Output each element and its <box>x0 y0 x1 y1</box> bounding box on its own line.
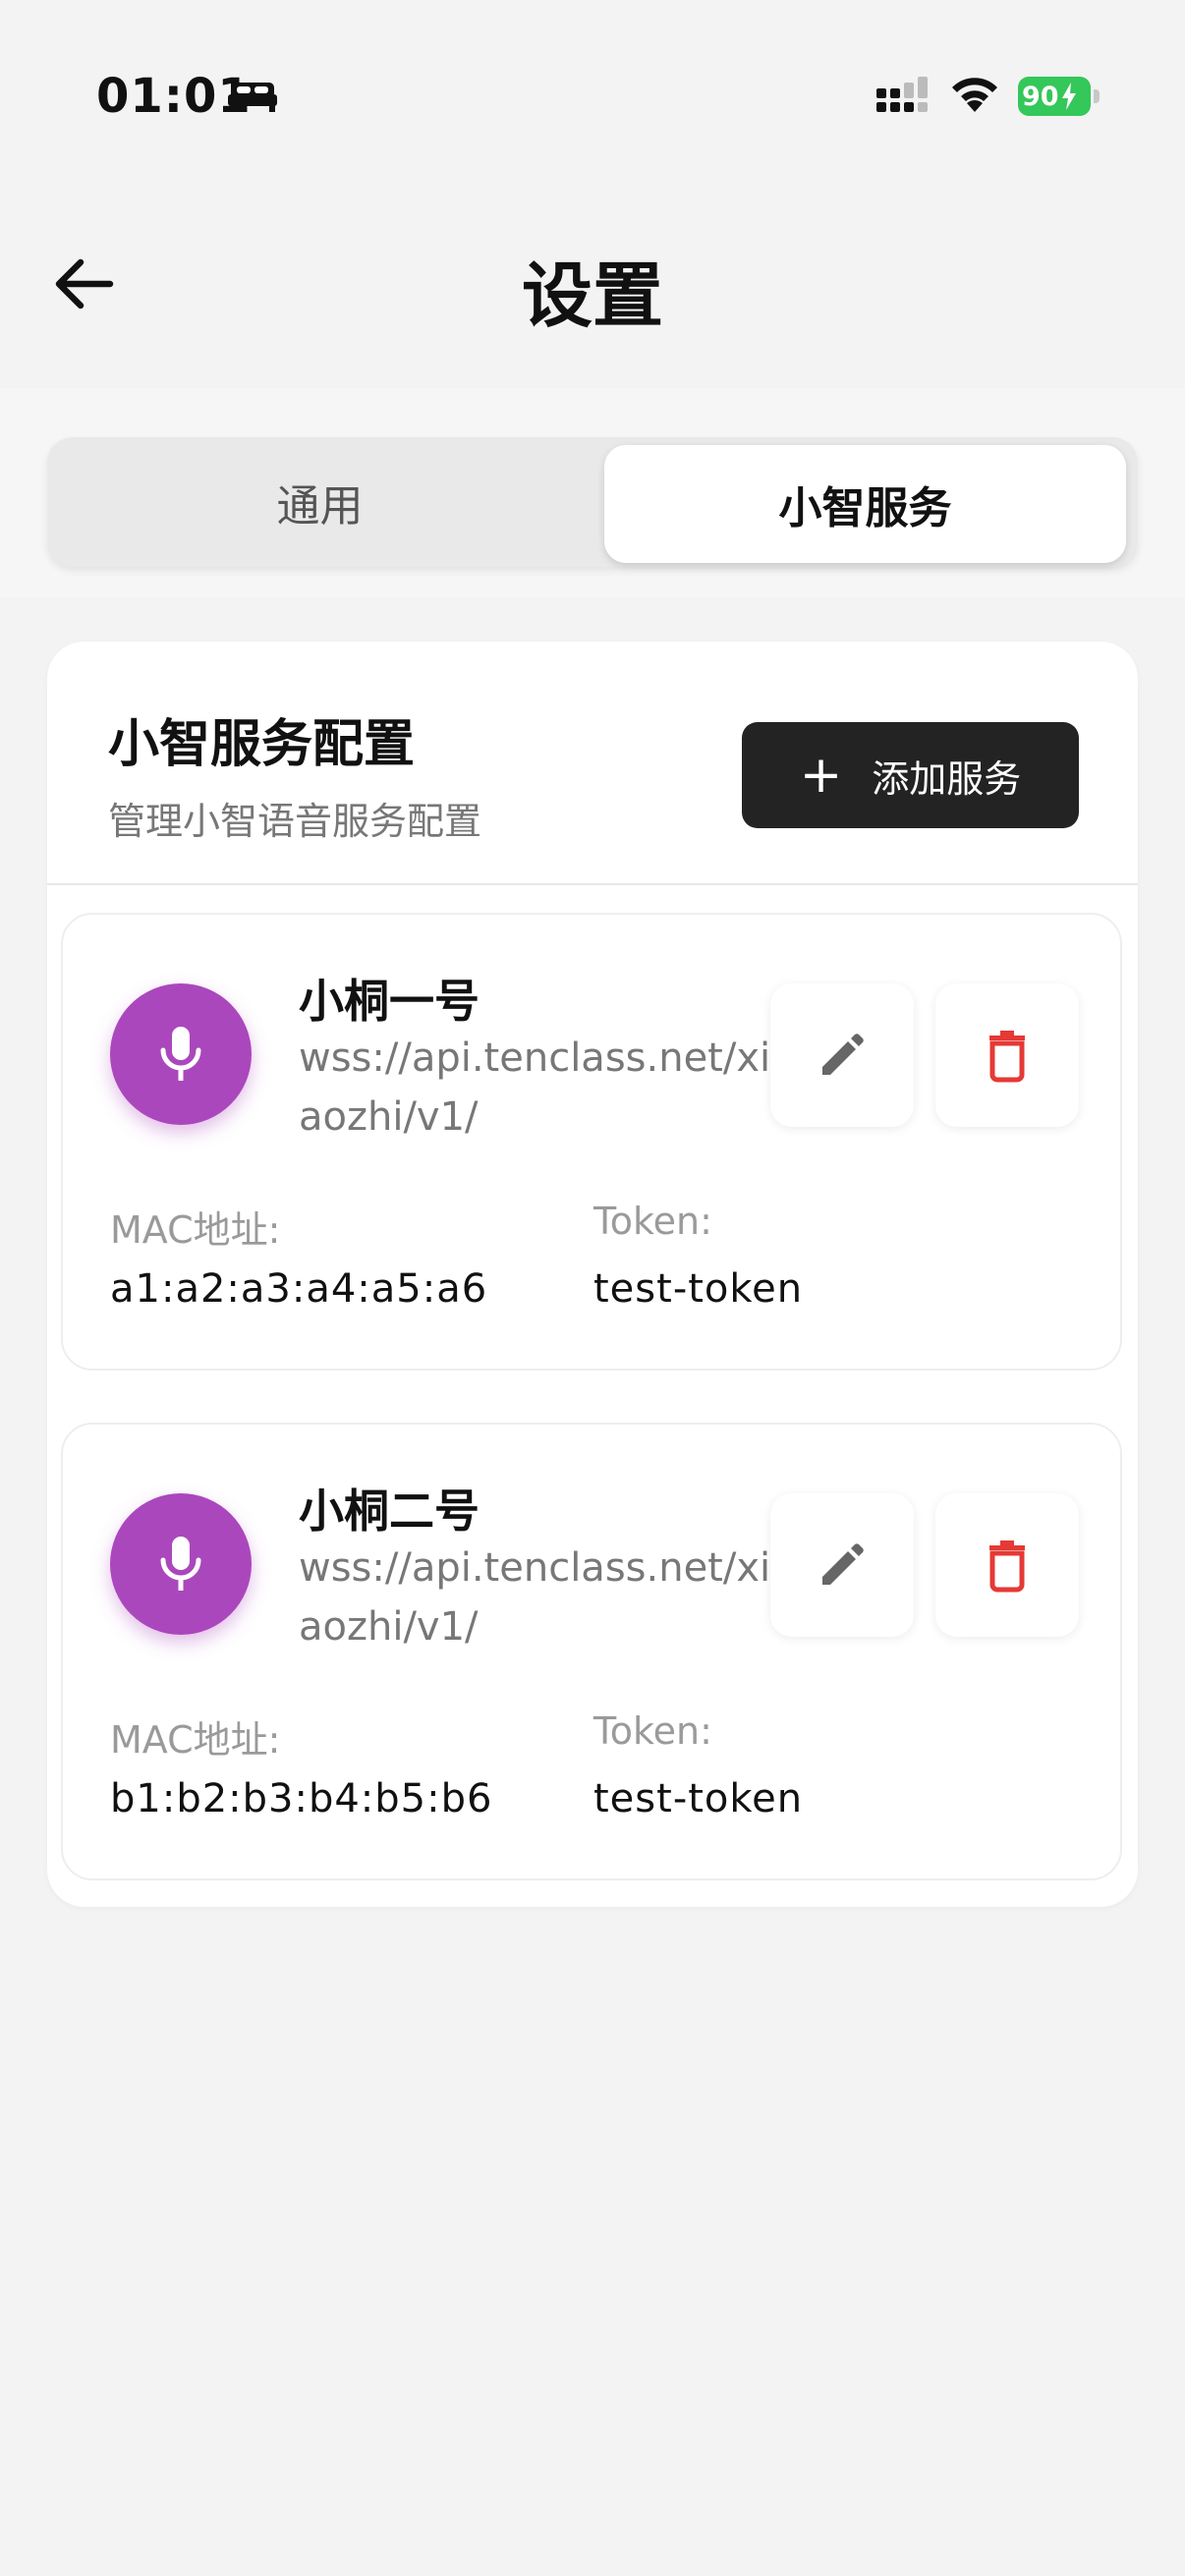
service-item[interactable]: 小桐二号 wss://api.tenclass.net/xiaozhi/v1/ … <box>61 1423 1122 1880</box>
sleep-bed-icon <box>228 83 277 112</box>
page-title: 设置 <box>521 254 663 337</box>
status-bar: 01:01 90 <box>0 0 1185 187</box>
service-url: wss://api.tenclass.net/xiaozhi/v1/ <box>299 1036 771 1140</box>
trash-icon <box>989 1031 1025 1083</box>
service-avatar <box>110 1493 252 1635</box>
app-bar: 设置 <box>0 187 1185 388</box>
pencil-icon <box>822 1034 864 1075</box>
edit-service-button[interactable] <box>770 1493 914 1637</box>
charging-bolt-icon <box>1061 83 1076 110</box>
service-name: 小桐二号 <box>299 1484 480 1538</box>
battery-level: 90 <box>1022 81 1059 112</box>
service-avatar <box>110 983 252 1125</box>
edit-service-button[interactable] <box>770 983 914 1127</box>
service-url: wss://api.tenclass.net/xiaozhi/v1/ <box>299 1545 771 1650</box>
delete-service-button[interactable] <box>935 983 1079 1127</box>
service-name: 小桐一号 <box>299 975 480 1028</box>
token-value: test-token <box>593 1776 804 1821</box>
token-label: Token: <box>593 1200 712 1243</box>
token-value: test-token <box>593 1266 804 1312</box>
add-service-button[interactable]: + 添加服务 <box>742 722 1079 828</box>
token-label: Token: <box>593 1709 712 1753</box>
mac-value: a1:a2:a3:a4:a5:a6 <box>110 1266 488 1312</box>
tab-bar: 通用 小智服务 <box>47 437 1138 567</box>
service-item[interactable]: 小桐一号 wss://api.tenclass.net/xiaozhi/v1/ … <box>61 913 1122 1371</box>
mac-label: MAC地址: <box>110 1208 281 1252</box>
plus-icon: + <box>799 746 843 805</box>
tab-xiaozhi-service[interactable]: 小智服务 <box>604 445 1126 563</box>
battery-indicator: 90 <box>1018 77 1100 116</box>
mac-label: MAC地址: <box>110 1718 281 1762</box>
pencil-icon <box>822 1543 864 1585</box>
card-title: 小智服务配置 <box>108 715 416 774</box>
wifi-icon <box>952 78 997 112</box>
tab-general[interactable]: 通用 <box>47 437 592 567</box>
microphone-icon <box>160 1027 201 1081</box>
delete-service-button[interactable] <box>935 1493 1079 1637</box>
mac-value: b1:b2:b3:b4:b5:b6 <box>110 1776 493 1821</box>
cellular-signal-icon <box>876 77 928 112</box>
service-config-card: 小智服务配置 管理小智语音服务配置 + 添加服务 小桐一号 wss://api.… <box>47 642 1138 1907</box>
microphone-icon <box>160 1537 201 1591</box>
card-subtitle: 管理小智语音服务配置 <box>108 800 482 843</box>
card-header: 小智服务配置 管理小智语音服务配置 + 添加服务 <box>47 642 1138 885</box>
trash-icon <box>989 1540 1025 1593</box>
tab-bar-container: 通用 小智服务 <box>0 388 1185 597</box>
add-service-label: 添加服务 <box>872 756 1022 801</box>
